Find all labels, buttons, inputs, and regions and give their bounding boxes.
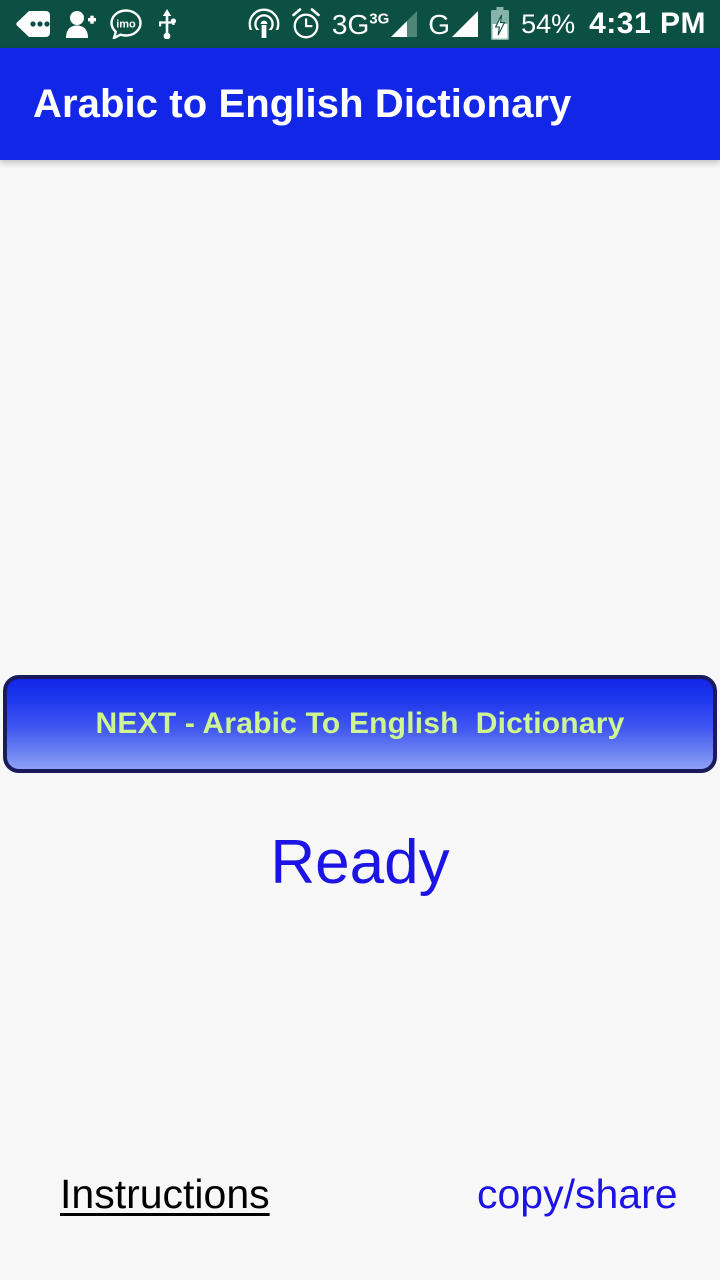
clock-label: 4:31 PM bbox=[589, 7, 706, 40]
hotspot-icon bbox=[247, 8, 280, 41]
footer-links: Instructions copy/share bbox=[0, 1171, 720, 1232]
page-title: Arabic to English Dictionary bbox=[33, 81, 572, 126]
app-screen: imo 3G3G G 54% 4:31 PM Arabic to English… bbox=[0, 0, 720, 1280]
copy-share-link[interactable]: copy/share bbox=[477, 1171, 678, 1217]
add-contact-icon bbox=[64, 10, 96, 38]
messages-icon bbox=[16, 11, 50, 37]
network-g-label: G bbox=[428, 9, 451, 40]
app-bar: Arabic to English Dictionary bbox=[0, 48, 720, 160]
battery-charging-icon bbox=[489, 7, 511, 41]
imo-icon: imo bbox=[110, 9, 142, 41]
status-message: Ready bbox=[270, 828, 450, 897]
instructions-link[interactable]: Instructions bbox=[60, 1171, 270, 1217]
status-bar: imo 3G3G G 54% 4:31 PM bbox=[0, 0, 720, 48]
network-3g-label: 3G3G bbox=[331, 9, 390, 40]
next-dictionary-button[interactable]: NEXT - Arabic To English Dictionary bbox=[3, 675, 717, 773]
main-content: NEXT - Arabic To English Dictionary Read… bbox=[0, 160, 720, 1280]
signal-bars-full-icon bbox=[451, 9, 479, 39]
signal-bars-weak-icon bbox=[390, 9, 418, 39]
alarm-icon bbox=[290, 8, 322, 40]
status-bar-notification-icons: imo bbox=[16, 9, 178, 41]
network-indicator-g: G bbox=[428, 9, 479, 39]
svg-text:imo: imo bbox=[116, 18, 136, 30]
usb-icon bbox=[156, 9, 178, 40]
network-indicator-3g: 3G3G bbox=[332, 9, 418, 39]
status-bar-system-icons: 3G3G G 54% 4:31 PM bbox=[247, 7, 706, 41]
next-dictionary-button-label: NEXT - Arabic To English Dictionary bbox=[95, 707, 625, 740]
battery-percent-label: 54% bbox=[521, 8, 576, 39]
